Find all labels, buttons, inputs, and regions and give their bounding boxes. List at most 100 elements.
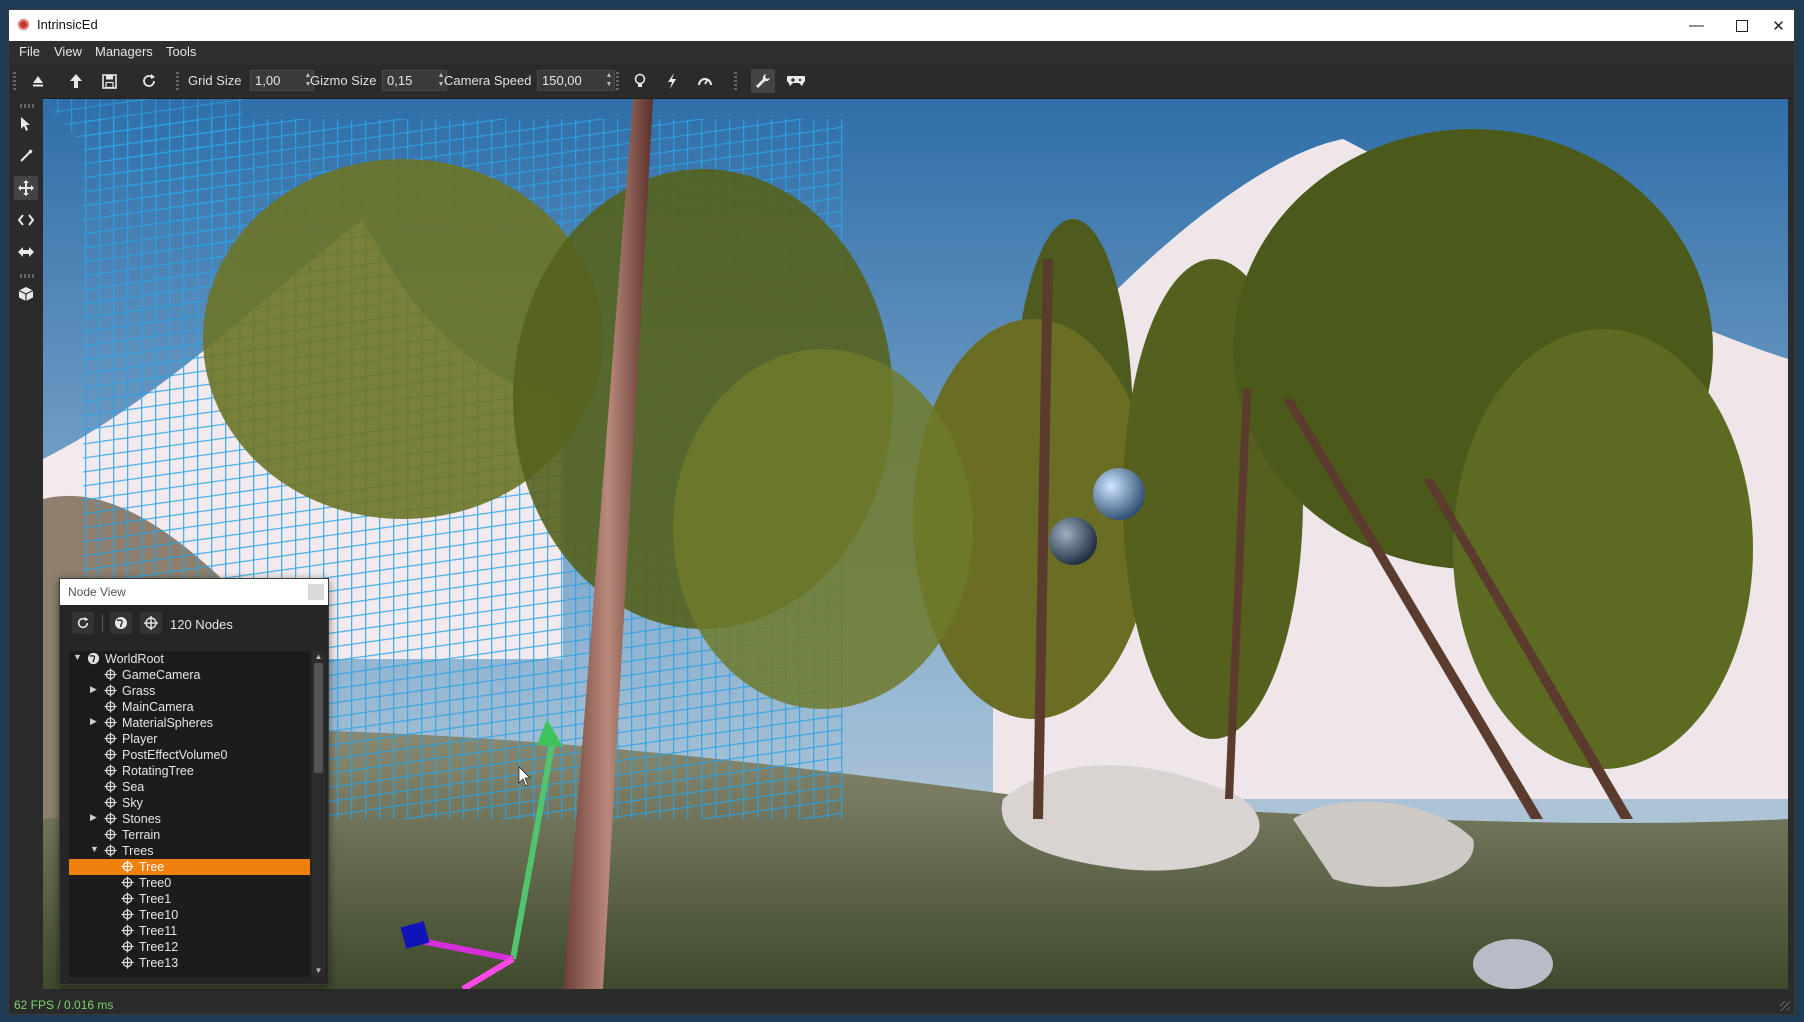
- collapse-arrow-icon[interactable]: ▶: [90, 684, 97, 695]
- node-tree-scrollbar[interactable]: ▲ ▼: [312, 651, 325, 977]
- menu-tools[interactable]: Tools: [166, 44, 196, 59]
- node-icon: [104, 716, 117, 729]
- tree-item[interactable]: ▼ Trees: [69, 843, 310, 859]
- resize-grip-icon[interactable]: [1780, 1001, 1790, 1011]
- maximize-icon: [1735, 19, 1748, 32]
- node-icon: [121, 876, 134, 889]
- menu-managers[interactable]: Managers: [95, 44, 153, 59]
- close-button[interactable]: ✕: [1756, 10, 1801, 41]
- tree-item[interactable]: Tree: [69, 859, 310, 875]
- collapse-arrow-icon[interactable]: ▶: [90, 716, 97, 727]
- tree-item[interactable]: ▶ Stones: [69, 811, 310, 827]
- rotate-tool-button[interactable]: [14, 208, 38, 232]
- collapse-arrow-icon[interactable]: ▶: [90, 812, 97, 823]
- upload-button[interactable]: [64, 69, 88, 93]
- lightbulb-button[interactable]: [628, 69, 652, 93]
- grid-size-spinbox[interactable]: 1,00 ▲ ▼: [250, 70, 314, 91]
- refresh-nodes-button[interactable]: [72, 612, 94, 634]
- toolbar-grip[interactable]: [13, 72, 16, 90]
- tree-item[interactable]: Sky: [69, 795, 310, 811]
- scroll-down-icon[interactable]: ▼: [312, 965, 325, 977]
- tree-item[interactable]: Player: [69, 731, 310, 747]
- select-tool-button[interactable]: [14, 112, 38, 136]
- tree-item-label: Sea: [122, 780, 145, 794]
- toolbar-grip[interactable]: [734, 72, 737, 90]
- lightning-icon: [668, 73, 676, 89]
- title-bar[interactable]: IntrinsicEd — ✕: [9, 10, 1794, 41]
- tree-item-label: Trees: [122, 844, 154, 858]
- node-count: 120 Nodes: [170, 617, 233, 632]
- tree-item-label: PostEffectVolume0: [122, 748, 228, 762]
- tree-item[interactable]: RotatingTree: [69, 763, 310, 779]
- tree-item-label: Tree: [139, 860, 165, 874]
- tree-item[interactable]: Tree0: [69, 875, 310, 891]
- tree-item[interactable]: Terrain: [69, 827, 310, 843]
- tree-item[interactable]: Tree13: [69, 955, 310, 971]
- camera-speed-spinbox[interactable]: 150,00 ▲ ▼: [537, 70, 615, 91]
- spin-arrows-icon[interactable]: ▲ ▼: [604, 71, 614, 90]
- tree-item[interactable]: Sea: [69, 779, 310, 795]
- expand-arrow-icon[interactable]: ▼: [90, 844, 99, 854]
- minimize-icon: —: [1689, 17, 1704, 34]
- node-view-panel: Node View 120 Nodes ▼ WorldRoot GameCamera…: [59, 578, 329, 985]
- performance-button[interactable]: [693, 69, 717, 93]
- node-icon: [104, 700, 117, 713]
- scale-tool-button[interactable]: [14, 240, 38, 264]
- node-view-close-button[interactable]: [308, 584, 324, 600]
- paint-tool-button[interactable]: [14, 144, 38, 168]
- move-tool-button[interactable]: [14, 176, 38, 200]
- close-icon: ✕: [1772, 17, 1785, 35]
- crosshair-icon: [144, 616, 158, 630]
- world-nodes-button[interactable]: [110, 612, 132, 634]
- tree-item[interactable]: MainCamera: [69, 699, 310, 715]
- tree-item[interactable]: ▶ MaterialSpheres: [69, 715, 310, 731]
- tree-item-label: RotatingTree: [122, 764, 194, 778]
- node-view-titlebar[interactable]: Node View: [60, 579, 328, 605]
- minimize-button[interactable]: —: [1674, 10, 1719, 41]
- tree-item[interactable]: ▶ Grass: [69, 683, 310, 699]
- gizmo-size-spinbox[interactable]: 0,15 ▲ ▼: [382, 70, 447, 91]
- refresh-button[interactable]: [137, 69, 161, 93]
- tree-item[interactable]: GameCamera: [69, 667, 310, 683]
- lightning-button[interactable]: [660, 69, 684, 93]
- scroll-thumb[interactable]: [314, 663, 323, 773]
- gizmo-size-value: 0,15: [387, 73, 413, 88]
- tree-item[interactable]: Tree1: [69, 891, 310, 907]
- tree-item-label: Tree1: [139, 892, 172, 906]
- save-button[interactable]: [97, 69, 121, 93]
- expand-arrow-icon[interactable]: ▼: [73, 652, 82, 662]
- wrench-icon: [756, 74, 770, 88]
- editing-mode-button[interactable]: [751, 69, 775, 93]
- scroll-up-icon[interactable]: ▲: [312, 651, 325, 663]
- tree-item-label: Player: [122, 732, 158, 746]
- node-icon: [104, 748, 117, 761]
- node-icon: [121, 860, 134, 873]
- node-icon: [121, 908, 134, 921]
- game-mode-button[interactable]: [784, 69, 808, 93]
- node-icon: [104, 796, 117, 809]
- node-icon: [104, 732, 117, 745]
- tree-item[interactable]: PostEffectVolume0: [69, 747, 310, 763]
- globe-icon: [87, 652, 100, 665]
- tree-item[interactable]: Tree10: [69, 907, 310, 923]
- tool-sidebar: [9, 98, 43, 996]
- node-filter-button[interactable]: [140, 612, 162, 634]
- node-tree[interactable]: ▼ WorldRoot GameCamera ▶ Grass MainCamera ▶ Mat…: [69, 651, 310, 977]
- menu-view[interactable]: View: [54, 44, 82, 59]
- eject-button[interactable]: [26, 69, 50, 93]
- toolbar-grip[interactable]: [616, 72, 619, 90]
- menu-bar: File View Managers Tools: [9, 41, 1794, 63]
- tree-item-label: Tree13: [139, 956, 179, 970]
- spawn-object-button[interactable]: [14, 282, 38, 306]
- cube-icon: [18, 287, 34, 301]
- tree-item[interactable]: Tree12: [69, 939, 310, 955]
- tree-item[interactable]: ▼ WorldRoot: [69, 651, 310, 667]
- sidebar-grip[interactable]: [20, 104, 34, 108]
- fps-counter: 62 FPS / 0.016 ms: [14, 998, 114, 1012]
- tree-item-label: Terrain: [122, 828, 161, 842]
- gizmo-size-label: Gizmo Size: [310, 73, 377, 88]
- tree-item[interactable]: Tree11: [69, 923, 310, 939]
- sidebar-grip[interactable]: [20, 274, 34, 278]
- toolbar-grip[interactable]: [176, 72, 179, 90]
- menu-file[interactable]: File: [19, 44, 40, 59]
